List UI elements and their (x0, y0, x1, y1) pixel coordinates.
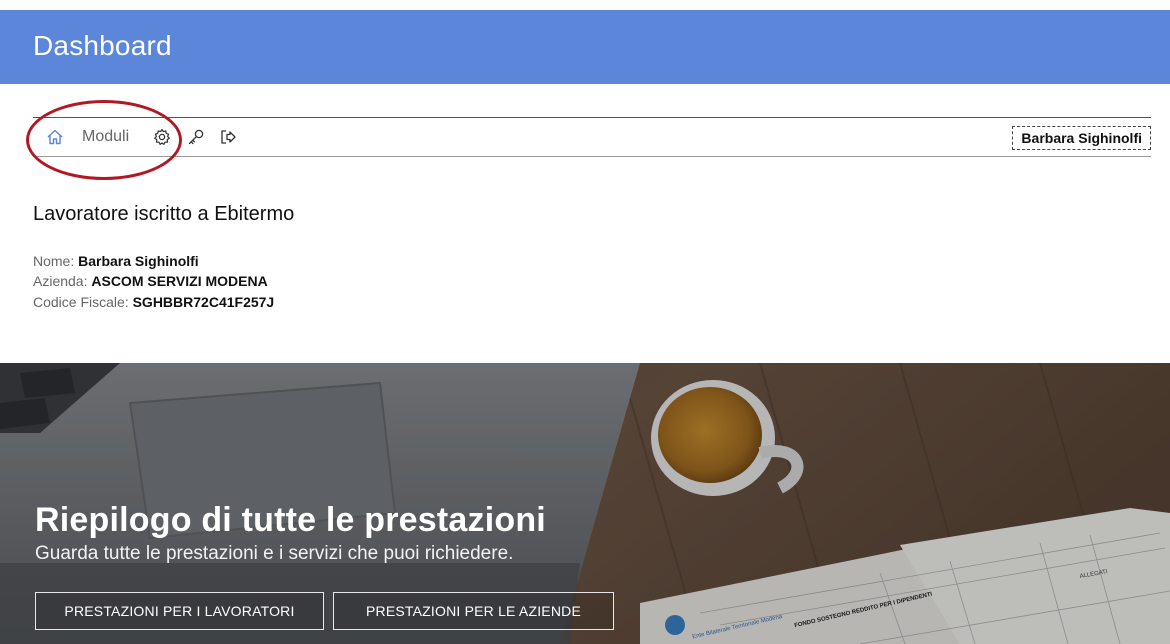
header-bar: Dashboard (0, 10, 1170, 84)
key-icon[interactable] (187, 118, 205, 156)
logout-icon[interactable] (219, 118, 237, 156)
worker-nome: Nome: Barbara Sighinolfi (33, 253, 199, 269)
cf-value: SGHBBR72C41F257J (132, 294, 275, 310)
azienda-value: ASCOM SERVIZI MODENA (91, 273, 268, 289)
companies-services-button[interactable]: PRESTAZIONI PER LE AZIENDE (333, 592, 614, 630)
toolbar: Moduli Barbara Sighinolfi (33, 117, 1151, 157)
cf-label: Codice Fiscale: (33, 294, 129, 310)
nome-value: Barbara Sighinolfi (78, 253, 199, 269)
moduli-link[interactable]: Moduli (82, 118, 129, 156)
worker-title: Lavoratore iscritto a Ebitermo (33, 203, 295, 225)
home-icon[interactable] (46, 118, 64, 156)
hero-subtitle: Guarda tutte le prestazioni e i servizi … (35, 543, 514, 564)
hero-title: Riepilogo di tutte le prestazioni (35, 501, 546, 539)
workers-services-button[interactable]: PRESTAZIONI PER I LAVORATORI (35, 592, 324, 630)
azienda-label: Azienda: (33, 273, 88, 289)
page-title: Dashboard (33, 30, 172, 61)
hero-banner: Ente Bilaterale Territoriale Modena FOND… (0, 363, 1170, 644)
worker-azienda: Azienda: ASCOM SERVIZI MODENA (33, 273, 268, 289)
worker-codice-fiscale: Codice Fiscale: SGHBBR72C41F257J (33, 294, 274, 310)
gear-icon[interactable] (153, 118, 171, 156)
user-badge[interactable]: Barbara Sighinolfi (1012, 126, 1151, 150)
nome-label: Nome: (33, 253, 75, 269)
